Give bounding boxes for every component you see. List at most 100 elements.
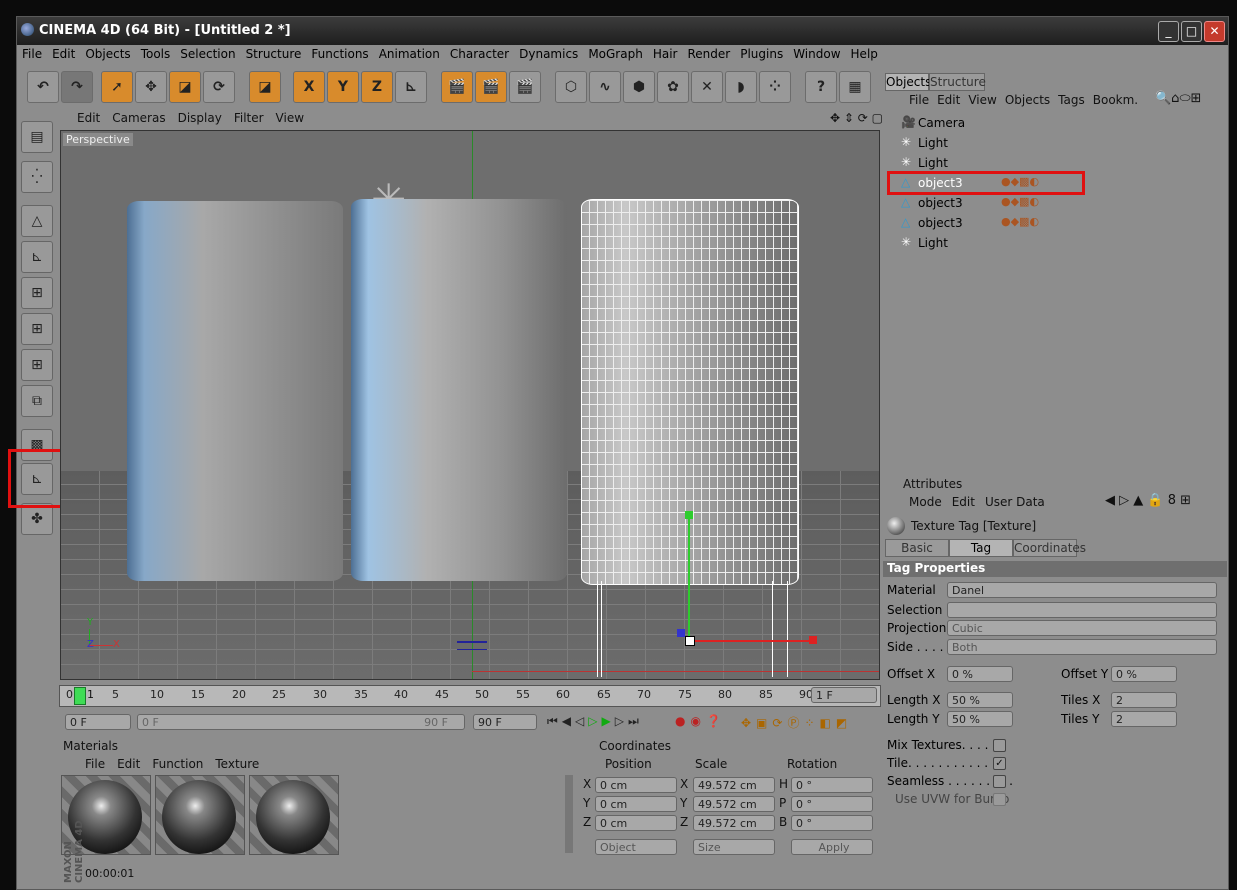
z-axis-button[interactable]: Z — [361, 71, 393, 103]
particle-icon[interactable]: ⁘ — [759, 71, 791, 103]
timeline-icon[interactable]: ▦ — [839, 71, 871, 103]
menu-functions[interactable]: Functions — [306, 45, 373, 63]
cylinder-object-2[interactable] — [351, 199, 567, 581]
tiles-y-field[interactable]: 2 — [1111, 711, 1177, 727]
menu-mograph[interactable]: MoGraph — [583, 45, 648, 63]
cylinder-object-1[interactable] — [127, 201, 343, 581]
maximize-button[interactable]: □ — [1181, 21, 1202, 42]
texture-mode-icon[interactable]: ⁛ — [21, 161, 53, 193]
materials-scrollbar[interactable] — [565, 775, 573, 853]
tag-icons[interactable]: ●◆▩◐ — [1001, 215, 1039, 228]
rotate-tool-icon[interactable]: ⟳ — [203, 71, 235, 103]
transport-buttons[interactable]: ⏮◀◁▷▶▷⏭ — [547, 714, 643, 729]
position-y-field[interactable]: 0 cm — [595, 796, 677, 812]
menu-hair[interactable]: Hair — [648, 45, 683, 63]
vp-menu-view[interactable]: View — [270, 109, 310, 127]
tab-structure[interactable]: Structure — [929, 73, 986, 91]
seamless-checkbox[interactable] — [993, 775, 1006, 788]
gizmo-y-handle[interactable] — [688, 516, 690, 644]
object-row-light[interactable]: ✳ Light — [883, 233, 1223, 253]
rotation-h-field[interactable]: 0 ° — [791, 777, 873, 793]
objects-menu-edit[interactable]: Edit — [937, 93, 960, 107]
menu-plugins[interactable]: Plugins — [735, 45, 788, 63]
uvw-bump-checkbox[interactable] — [993, 793, 1006, 806]
undo-icon[interactable]: ↶ — [27, 71, 59, 103]
menu-objects[interactable]: Objects — [80, 45, 135, 63]
vp-menu-filter[interactable]: Filter — [228, 109, 270, 127]
x-axis-button[interactable]: X — [293, 71, 325, 103]
scale-y-field[interactable]: 49.572 cm — [693, 796, 775, 812]
current-frame-field[interactable]: 1 F — [811, 687, 877, 703]
key-buttons[interactable]: ✥▣⟳Ⓟ⁘◧◩ — [741, 714, 852, 731]
deformer-icon[interactable]: ✕ — [691, 71, 723, 103]
menu-file[interactable]: File — [17, 45, 47, 63]
gizmo-y-tip[interactable] — [685, 511, 693, 519]
render-view-icon[interactable]: 🎬 — [441, 71, 473, 103]
menu-dynamics[interactable]: Dynamics — [514, 45, 583, 63]
attr-menu-edit[interactable]: Edit — [952, 495, 975, 509]
edges-mode-icon[interactable]: ⊞ — [21, 313, 53, 345]
materials-menu-texture[interactable]: Texture — [215, 757, 259, 771]
materials-menu-function[interactable]: Function — [152, 757, 203, 771]
tab-tag[interactable]: Tag — [949, 539, 1013, 557]
help-icon[interactable]: ? — [805, 71, 837, 103]
use-model-tool-icon[interactable]: ▤ — [21, 121, 53, 153]
menu-animation[interactable]: Animation — [374, 45, 445, 63]
objects-menu-objects[interactable]: Objects — [1005, 93, 1050, 107]
side-select[interactable]: Both — [947, 639, 1217, 655]
axis-mode-icon[interactable]: ⊾ — [21, 241, 53, 273]
tag-icons[interactable]: ●◆▩◐ — [1001, 195, 1039, 208]
rotation-b-field[interactable]: 0 ° — [791, 815, 873, 831]
objects-menu-bookmarks[interactable]: Bookm. — [1093, 93, 1138, 107]
materials-menu-file[interactable]: File — [85, 757, 105, 771]
length-x-field[interactable]: 50 % — [947, 692, 1013, 708]
timeline-ruler[interactable]: 1 0 5 10 15 20 25 30 35 40 45 50 55 60 6… — [59, 685, 881, 707]
objects-toolbar-icons[interactable]: 🔍⌂⬭⊞ — [1155, 91, 1201, 106]
vp-menu-edit[interactable]: Edit — [57, 109, 106, 127]
position-x-field[interactable]: 0 cm — [595, 777, 677, 793]
length-y-field[interactable]: 50 % — [947, 711, 1013, 727]
polygons-mode-icon[interactable]: ⊞ — [21, 349, 53, 381]
vp-menu-cameras[interactable]: Cameras — [106, 109, 171, 127]
menu-help[interactable]: Help — [846, 45, 883, 63]
mix-textures-checkbox[interactable] — [993, 739, 1006, 752]
object-mode-icon[interactable]: △ — [21, 205, 53, 237]
scale-x-field[interactable]: 49.572 cm — [693, 777, 775, 793]
environment-icon[interactable]: ◗ — [725, 71, 757, 103]
attr-nav-icons[interactable]: ◀ ▷ ▲ 🔒 8 ⊞ — [1105, 493, 1191, 508]
gizmo-center[interactable] — [685, 636, 695, 646]
cylinder-object-3-selected[interactable] — [581, 199, 799, 585]
cube-icon[interactable]: ⬡ — [555, 71, 587, 103]
apply-button[interactable]: Apply — [791, 839, 873, 855]
menu-structure[interactable]: Structure — [241, 45, 307, 63]
material-link-field[interactable]: Danel — [947, 582, 1217, 598]
selection-field[interactable] — [947, 602, 1217, 618]
record-buttons[interactable]: ●◉❓ — [675, 714, 726, 728]
tab-basic[interactable]: Basic — [885, 539, 949, 557]
attr-menu-user-data[interactable]: User Data — [985, 495, 1045, 509]
vp-menu-display[interactable]: Display — [172, 109, 228, 127]
render-picture-viewer-icon[interactable]: 🎬 — [475, 71, 507, 103]
object-row-object3[interactable]: △ object3 ●◆▩◐ — [883, 193, 1223, 213]
object-row-light[interactable]: ✳ Light — [883, 153, 1223, 173]
tab-objects[interactable]: Objects — [885, 73, 931, 91]
y-axis-button[interactable]: Y — [327, 71, 359, 103]
projection-select[interactable]: Cubic — [947, 620, 1217, 636]
object-row-camera[interactable]: 🎥 Camera — [883, 113, 1223, 133]
scale-z-field[interactable]: 49.572 cm — [693, 815, 775, 831]
coordinate-mode-select[interactable]: Object — [595, 839, 677, 855]
gizmo-x-tip[interactable] — [809, 636, 817, 644]
offset-x-field[interactable]: 0 % — [947, 666, 1013, 682]
viewport-nav-icons[interactable]: ✥ ⇕ ⟳ ▢ — [824, 109, 889, 127]
animation-mode-icon[interactable]: ⧉ — [21, 385, 53, 417]
close-button[interactable]: ✕ — [1204, 21, 1225, 42]
rotation-p-field[interactable]: 0 ° — [791, 796, 873, 812]
tab-coordinates[interactable]: Coordinates — [1013, 539, 1086, 557]
objects-menu-view[interactable]: View — [968, 93, 996, 107]
points-mode-icon[interactable]: ⊞ — [21, 277, 53, 309]
live-selection-icon[interactable]: ◪ — [249, 71, 281, 103]
menu-tools[interactable]: Tools — [136, 45, 176, 63]
objects-menu-file[interactable]: File — [909, 93, 929, 107]
object-row-light[interactable]: ✳ Light — [883, 133, 1223, 153]
tiles-x-field[interactable]: 2 — [1111, 692, 1177, 708]
